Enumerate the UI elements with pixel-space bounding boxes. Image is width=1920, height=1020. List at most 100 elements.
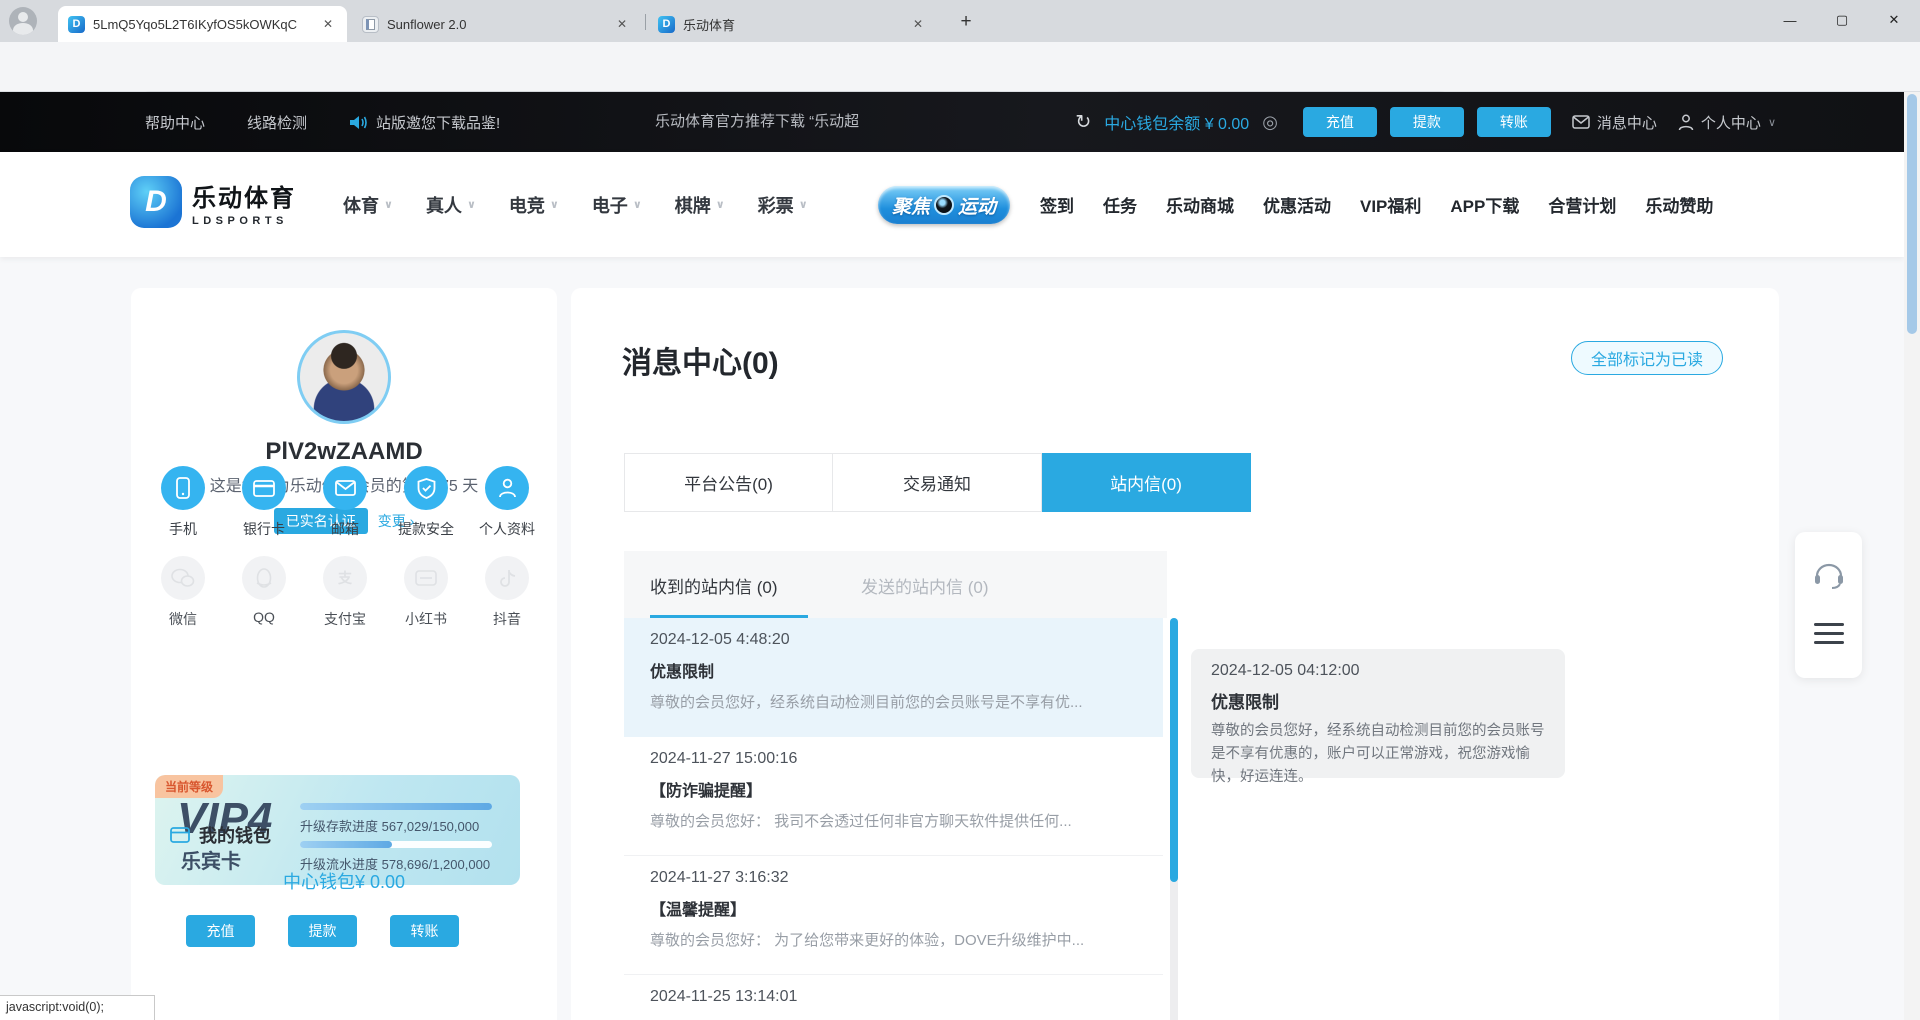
alipay-icon: 支: [323, 556, 367, 600]
user-avatar[interactable]: [297, 330, 391, 424]
message-list-item[interactable]: 2024-12-05 4:48:20 优惠限制 尊敬的会员您好，经系统自动检测目…: [624, 618, 1163, 737]
refresh-balance-icon[interactable]: ↻: [1075, 111, 1091, 134]
close-tab-icon[interactable]: ✕: [909, 15, 927, 33]
tab-separator: [645, 14, 646, 30]
tab-active[interactable]: D 5LmQ5Yqo5L2T6IKyfOS5kOWKqC ✕: [58, 6, 347, 42]
nav-link-affiliate[interactable]: 合营计划: [1548, 192, 1616, 217]
wechat-icon: [161, 556, 205, 600]
announcement-link[interactable]: 站版邀您下载品鉴!: [349, 112, 500, 133]
nav-menu-chess[interactable]: 棋牌∨: [675, 192, 725, 218]
my-wallet-row: 我的钱包: [170, 822, 271, 848]
speaker-icon: [349, 114, 368, 131]
lens-icon: [934, 195, 954, 215]
nav-menu-sports[interactable]: 体育∨: [343, 192, 393, 218]
site-topbar: 帮助中心 线路检测 站版邀您下载品鉴! 乐动体育官方推荐下载 “乐动超 ↻ 中心…: [0, 92, 1904, 152]
screen: D 5LmQ5Yqo5L2T6IKyfOS5kOWKqC ✕ Sunflower…: [0, 0, 1920, 1020]
social-item-xiaohongshu[interactable]: 小红书: [391, 556, 461, 629]
security-item-profile[interactable]: 个人资料: [472, 466, 542, 539]
close-tab-icon[interactable]: ✕: [613, 15, 631, 33]
wallet-label: 中心钱包余额: [1104, 116, 1200, 133]
nav-link-sponsor[interactable]: 乐动赞助: [1645, 192, 1713, 217]
chevron-down-icon: ∨: [467, 198, 476, 211]
transfer-button[interactable]: 转账: [390, 915, 459, 947]
close-window-button[interactable]: ✕: [1868, 0, 1920, 40]
maximize-button[interactable]: ▢: [1816, 0, 1868, 40]
withdraw-button[interactable]: 提款: [288, 915, 357, 947]
social-icon-row: 微信 QQ 支 支付宝 小红书 抖音: [148, 556, 542, 629]
social-item-wechat[interactable]: 微信: [148, 556, 218, 629]
withdraw-button[interactable]: 提款: [1390, 107, 1464, 137]
message-list-item[interactable]: 2024-11-27 15:00:16 【防诈骗提醒】 尊敬的会员您好： 我司不…: [624, 737, 1163, 856]
scrollbar-thumb[interactable]: [1170, 618, 1178, 882]
detail-title: 优惠限制: [1211, 688, 1545, 713]
nav-link-mall[interactable]: 乐动商城: [1166, 192, 1234, 217]
close-tab-icon[interactable]: ✕: [319, 15, 337, 33]
svg-text:支: 支: [337, 570, 353, 586]
help-center-link[interactable]: 帮助中心: [145, 112, 205, 133]
site-logo[interactable]: D 乐动体育 LDSPORTS: [130, 176, 296, 228]
username: PlV2wZAAMD: [131, 438, 557, 466]
menu-hamburger-icon[interactable]: [1814, 617, 1844, 650]
nav-link-signin[interactable]: 签到: [1040, 192, 1074, 217]
nav-links: 签到 任务 乐动商城 优惠活动 VIP福利 APP下载 合营计划 乐动赞助: [1040, 152, 1713, 257]
shield-check-icon: [404, 466, 448, 510]
page-title: 消息中心(0): [622, 338, 779, 382]
status-bar-link-preview: javascript:void(0);: [0, 995, 155, 1020]
social-item-douyin[interactable]: 抖音: [472, 556, 542, 629]
chevron-down-icon: ∨: [716, 198, 725, 211]
chevron-down-icon: ∨: [799, 198, 808, 211]
nav-menu-esports[interactable]: 电竞∨: [509, 192, 559, 218]
browser-titlebar: D 5LmQ5Yqo5L2T6IKyfOS5kOWKqC ✕ Sunflower…: [0, 0, 1920, 42]
nav-menu-slots[interactable]: 电子∨: [592, 192, 642, 218]
nav-menu-lottery[interactable]: 彩票∨: [758, 192, 808, 218]
tab-platform-announcements[interactable]: 平台公告(0): [624, 453, 833, 512]
message-list-item[interactable]: 2024-11-27 3:16:32 【温馨提醒】 尊敬的会员您好： 为了给您带…: [624, 856, 1163, 975]
nav-link-promos[interactable]: 优惠活动: [1263, 192, 1331, 217]
line-check-link[interactable]: 线路检测: [247, 112, 307, 133]
eye-icon[interactable]: ◎: [1262, 112, 1278, 133]
personal-center-link[interactable]: 个人中心 ∨: [1678, 112, 1776, 133]
tab-sunflower[interactable]: Sunflower 2.0 ✕: [352, 6, 641, 42]
person-icon: [1678, 114, 1694, 131]
tab-site-mail[interactable]: 站内信(0): [1042, 453, 1251, 512]
security-item-email[interactable]: 邮箱: [310, 466, 380, 539]
center-wallet-balance[interactable]: 中心钱包¥ 0.00: [131, 868, 557, 894]
customer-service-headset-icon[interactable]: [1813, 560, 1845, 590]
nav-menu: 体育∨ 真人∨ 电竞∨ 电子∨ 棋牌∨ 彩票∨: [343, 152, 808, 257]
tab-ledong[interactable]: D 乐动体育 ✕: [648, 6, 937, 42]
message-center-link[interactable]: 消息中心: [1572, 112, 1657, 133]
nav-link-app[interactable]: APP下载: [1450, 192, 1519, 217]
message-list-item[interactable]: 2024-11-25 13:14:01: [624, 975, 1163, 1020]
nav-link-vip[interactable]: VIP福利: [1360, 192, 1421, 217]
minimize-button[interactable]: —: [1764, 0, 1816, 40]
browser-toolbar: ← ↻ https://www.ledong842.cc:2087 ↺ … ☆ …: [0, 42, 1920, 92]
wallet-title: 我的钱包: [199, 822, 271, 848]
new-tab-button[interactable]: +: [952, 9, 980, 35]
page-scrollbar-thumb[interactable]: [1907, 94, 1917, 334]
tab-title: 5LmQ5Yqo5L2T6IKyfOS5kOWKqC: [93, 17, 311, 32]
tab-transaction-notices[interactable]: 交易通知: [833, 453, 1042, 512]
message-list-scrollbar[interactable]: [1170, 618, 1178, 1020]
recharge-button[interactable]: 充值: [1303, 107, 1377, 137]
focus-sports-badge[interactable]: 聚焦运动: [878, 186, 1010, 224]
chevron-down-icon: ∨: [384, 198, 393, 211]
social-item-qq[interactable]: QQ: [229, 556, 299, 629]
security-item-withdraw-safety[interactable]: 提款安全: [391, 466, 461, 539]
envelope-icon: [1572, 115, 1590, 129]
message-detail-card: 2024-12-05 04:12:00 优惠限制 尊敬的会员您好，经系统自动检测…: [1191, 649, 1565, 778]
logo-cn: 乐动体育: [192, 178, 296, 213]
subtab-sent[interactable]: 发送的站内信 (0): [861, 573, 989, 598]
social-item-alipay[interactable]: 支 支付宝: [310, 556, 380, 629]
subtab-received[interactable]: 收到的站内信 (0): [650, 573, 778, 598]
browser-profile-icon[interactable]: [9, 7, 37, 35]
page-scrollbar[interactable]: [1904, 92, 1920, 1020]
security-item-phone[interactable]: 手机: [148, 466, 218, 539]
chevron-down-icon: ∨: [1768, 116, 1776, 129]
recharge-button[interactable]: 充值: [186, 915, 255, 947]
transfer-button[interactable]: 转账: [1477, 107, 1551, 137]
security-item-bankcard[interactable]: 银行卡: [229, 466, 299, 539]
security-icon-row: 手机 银行卡 邮箱 提款安全 个人资料: [148, 466, 542, 539]
nav-link-tasks[interactable]: 任务: [1103, 192, 1137, 217]
nav-menu-live[interactable]: 真人∨: [426, 192, 476, 218]
mark-all-read-button[interactable]: 全部标记为已读: [1571, 341, 1723, 375]
